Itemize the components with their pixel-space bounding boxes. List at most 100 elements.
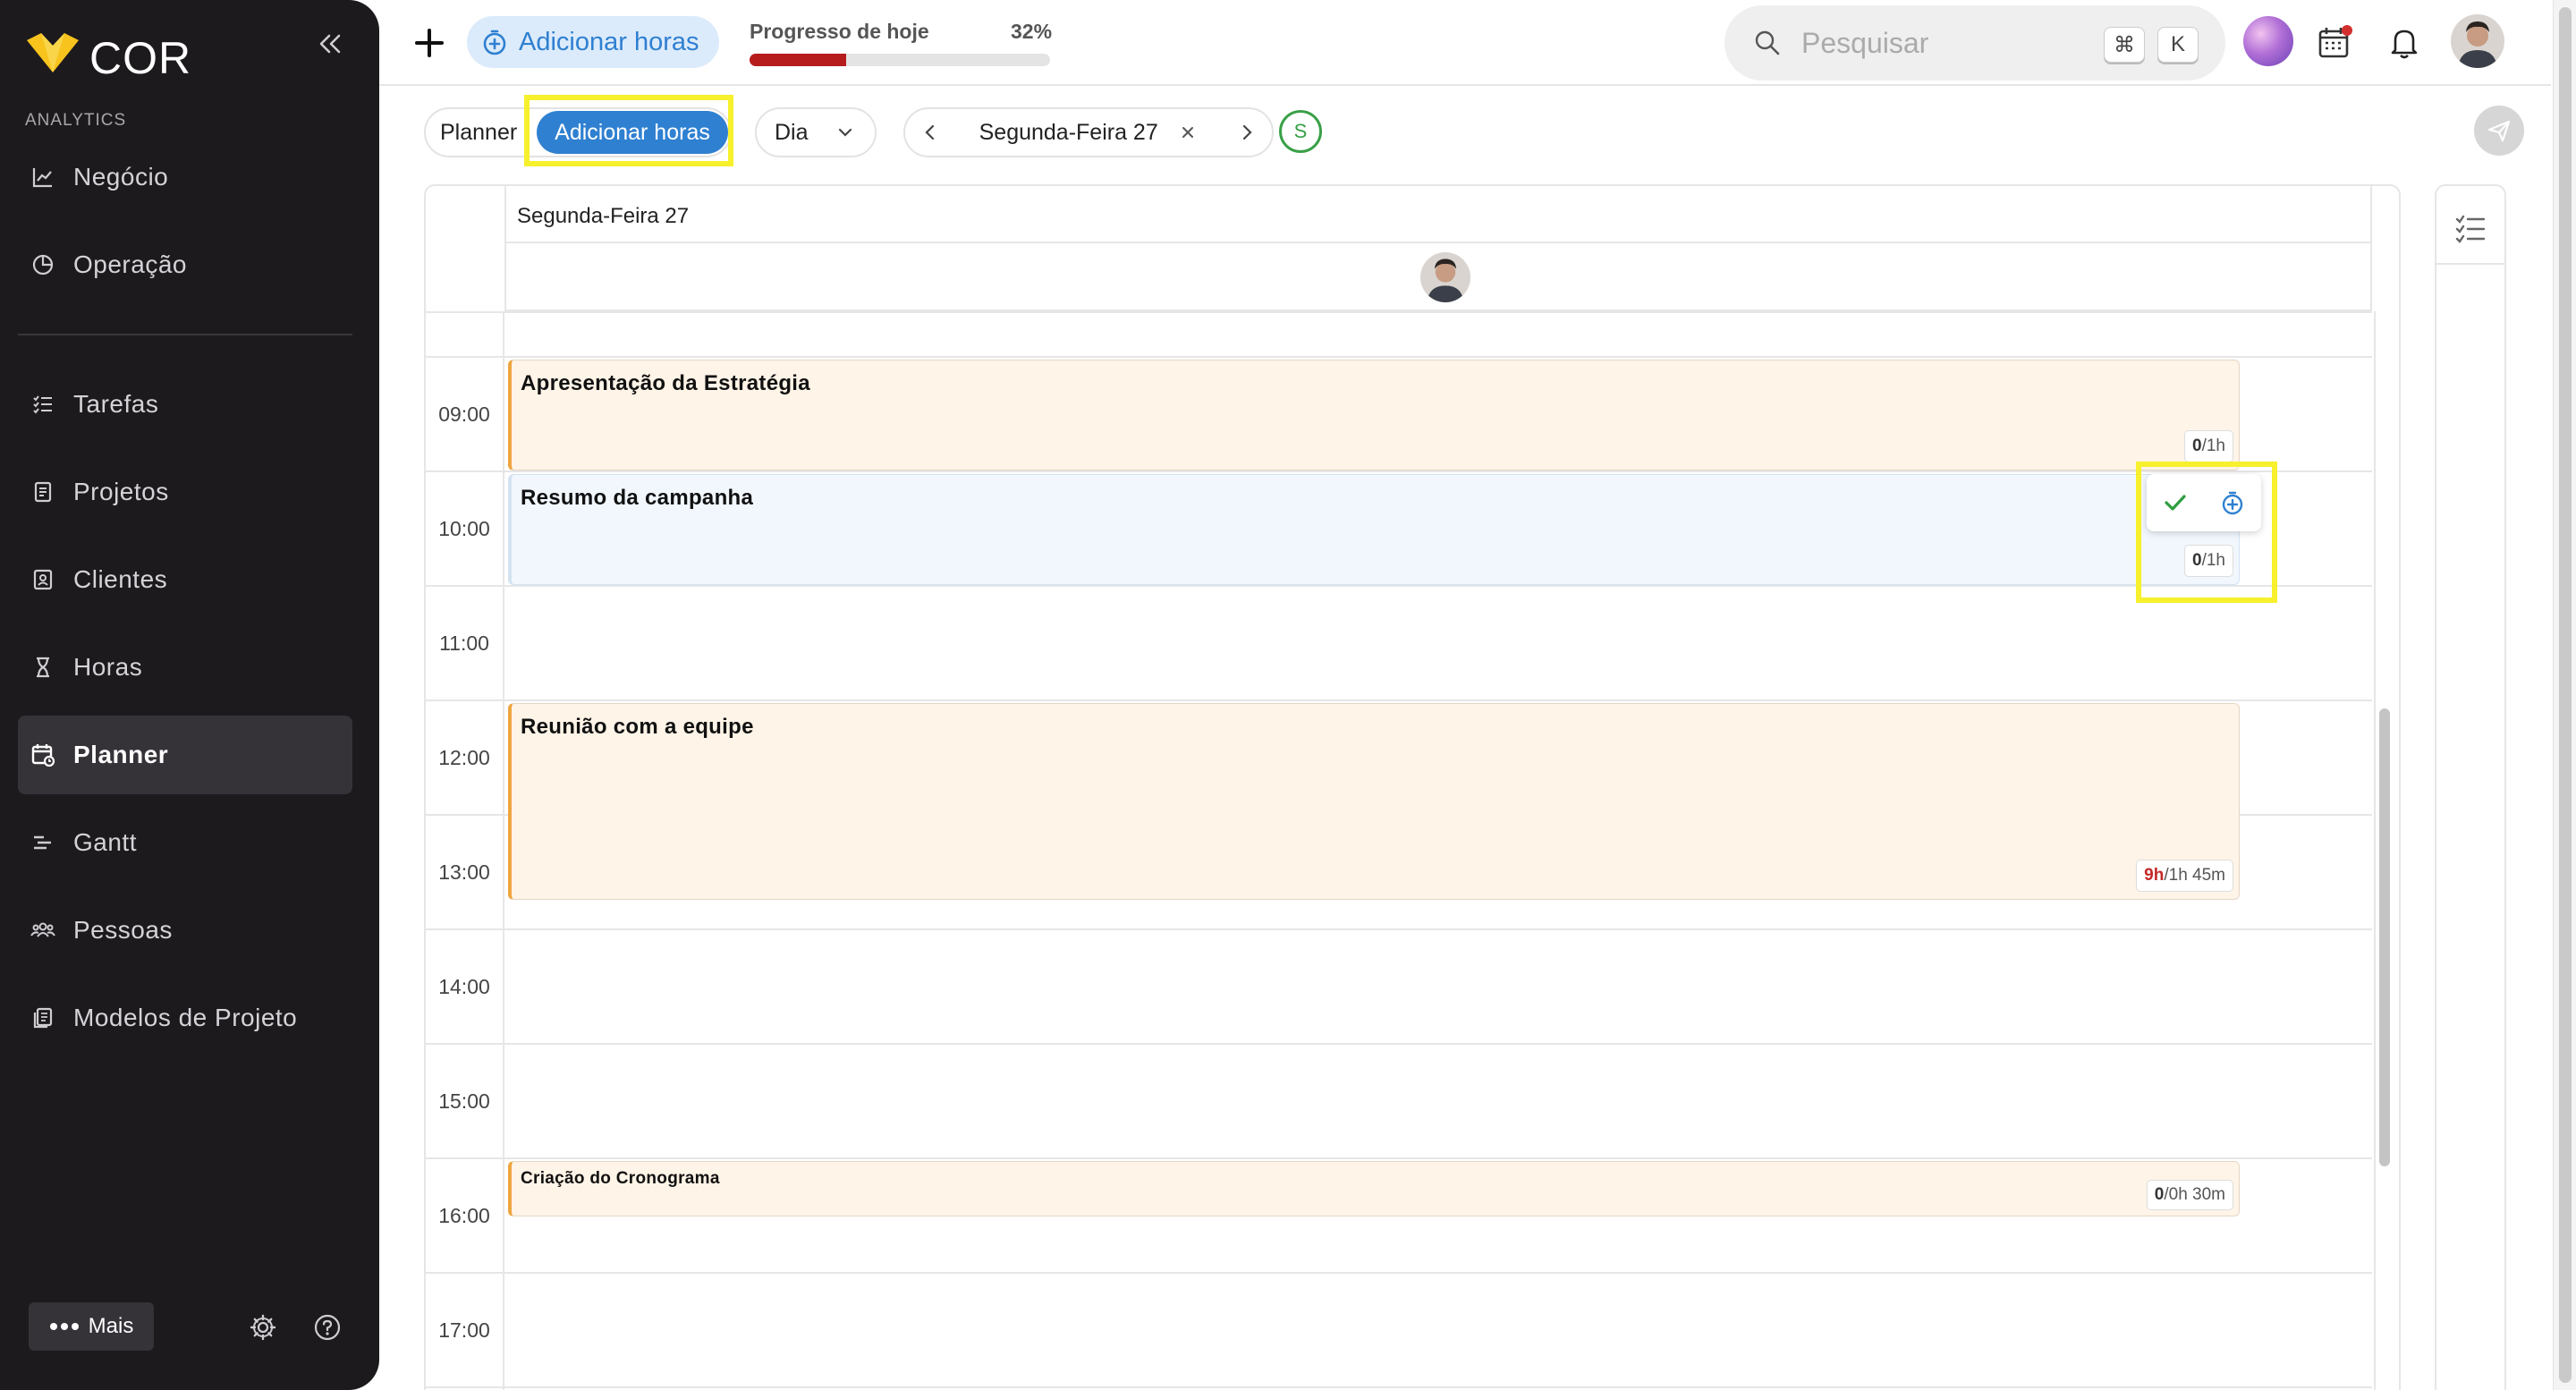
sidebar-item-label: Pessoas	[73, 916, 173, 944]
view-planner-tab[interactable]: Planner	[440, 120, 517, 146]
sidebar-item-horas[interactable]: Horas	[18, 628, 352, 707]
plus-icon[interactable]	[411, 25, 447, 61]
event-planned: /1h 45m	[2164, 866, 2225, 885]
calendar-scrollbar-thumb[interactable]	[2379, 708, 2390, 1166]
sidebar-item-gantt[interactable]: Gantt	[18, 803, 352, 882]
sidebar-item-planner[interactable]: Planner	[18, 716, 352, 794]
calendar-icon[interactable]	[2315, 23, 2354, 63]
event-hours-badge: 0/1h	[2184, 430, 2233, 462]
add-time-button[interactable]	[2216, 487, 2249, 519]
chevron-down-icon	[838, 128, 852, 137]
sidebar-item-label: Negócio	[73, 163, 169, 191]
resource-avatar[interactable]	[1420, 252, 1470, 302]
page-scrollbar-thumb[interactable]	[2559, 7, 2572, 1383]
brand-name: COR	[89, 33, 192, 83]
notification-bell-icon[interactable]	[2385, 23, 2424, 63]
page-scrollbar[interactable]	[2553, 0, 2576, 1390]
sidebar-item-pessoas[interactable]: Pessoas	[18, 891, 352, 970]
cor-logo[interactable]: COR	[25, 23, 191, 84]
event-title: Criação do Cronograma	[521, 1169, 720, 1188]
hour-row[interactable]	[426, 587, 2372, 701]
sidebar-item-tarefas[interactable]: Tarefas	[18, 365, 352, 444]
event-resumo-campanha[interactable]: Resumo da campanha 0/1h	[508, 474, 2240, 585]
task-list-icon	[30, 392, 55, 417]
collapse-sidebar-icon[interactable]	[315, 29, 345, 59]
sidebar-item-negocio[interactable]: Negócio	[18, 138, 352, 216]
hour-label: 10:00	[438, 517, 490, 540]
hour-label: 09:00	[438, 403, 490, 426]
sidebar-item-label: Projetos	[73, 478, 169, 505]
search-box[interactable]: ⌘ K	[1724, 5, 2225, 81]
checklist-icon[interactable]	[2453, 211, 2488, 247]
sidebar-item-operacao[interactable]: Operação	[18, 225, 352, 304]
time-column-divider	[503, 311, 504, 1390]
event-apresentacao-estrategia[interactable]: Apresentação da Estratégia 0/1h	[508, 360, 2240, 470]
settings-gear-icon[interactable]	[249, 1313, 277, 1342]
event-logged: 0	[2192, 551, 2202, 570]
event-reuniao-equipe[interactable]: Reunião com a equipe 9h/1h 45m	[508, 703, 2240, 900]
date-navigator: Segunda-Feira 27	[903, 107, 1274, 157]
hourglass-icon	[30, 655, 55, 680]
all-day-row[interactable]	[426, 311, 2372, 358]
contacts-icon	[30, 567, 55, 592]
checkmark-icon	[2165, 495, 2186, 511]
event-title: Reunião com a equipe	[521, 715, 754, 739]
event-planned: /1h	[2201, 436, 2225, 455]
progress-percent: 32%	[1011, 20, 1053, 43]
event-planned: /0h 30m	[2164, 1185, 2225, 1204]
progress-bar	[750, 54, 1050, 66]
ai-assistant-orb[interactable]	[2243, 16, 2293, 66]
view-add-hours-tab[interactable]: Adicionar horas	[537, 111, 728, 154]
event-title: Resumo da campanha	[521, 486, 754, 510]
planner-calendar: Segunda-Feira 27 09:00 10:00 11:00 12:00…	[424, 184, 2401, 1390]
hour-label: 13:00	[438, 860, 490, 884]
calendar-scrollbar[interactable]	[2376, 311, 2394, 1390]
sidebar-item-modelos-de-projeto[interactable]: Modelos de Projeto	[18, 979, 352, 1057]
gantt-icon	[30, 830, 55, 855]
status-indicator[interactable]: S	[1279, 110, 1322, 153]
hour-label: 11:00	[439, 631, 489, 655]
sidebar-item-projetos[interactable]: Projetos	[18, 453, 352, 531]
chevron-left-icon[interactable]	[919, 122, 941, 143]
event-hours-badge: 9h/1h 45m	[2136, 860, 2233, 892]
hour-label: 15:00	[438, 1089, 490, 1113]
planner-toolbar: Planner Adicionar horas Dia Segunda-Feir…	[379, 86, 2551, 172]
clear-date-icon[interactable]	[1178, 123, 1198, 142]
event-quick-actions	[2147, 474, 2261, 531]
pie-chart-icon	[30, 252, 55, 277]
event-logged: 0	[2154, 1185, 2165, 1204]
sidebar-item-label: Operação	[73, 250, 187, 278]
user-avatar-icon	[2451, 14, 2504, 68]
document-icon	[30, 479, 55, 504]
event-title: Apresentação da Estratégia	[521, 371, 810, 395]
search-input[interactable]	[1801, 26, 2070, 60]
heart-logo-icon	[27, 33, 79, 72]
complete-task-button[interactable]	[2159, 487, 2191, 519]
user-avatar[interactable]	[2451, 14, 2504, 68]
more-label: Mais	[88, 1314, 134, 1338]
sidebar-divider	[18, 334, 352, 335]
sidebar-item-label: Tarefas	[73, 390, 159, 418]
day-header: Segunda-Feira 27	[504, 186, 2372, 243]
event-hours-badge: 0/0h 30m	[2146, 1180, 2233, 1210]
sidebar-item-clientes[interactable]: Clientes	[18, 540, 352, 619]
send-button[interactable]	[2474, 106, 2524, 156]
day-header-label: Segunda-Feira 27	[517, 204, 690, 228]
right-side-panel	[2435, 184, 2506, 1390]
hour-row[interactable]	[426, 1045, 2372, 1159]
chevron-right-icon[interactable]	[1236, 122, 1258, 143]
more-button[interactable]: Mais	[29, 1302, 154, 1351]
help-question-icon[interactable]	[313, 1313, 342, 1342]
search-icon	[1755, 30, 1780, 55]
add-hours-button[interactable]: Adicionar horas	[467, 16, 719, 68]
current-date-label[interactable]: Segunda-Feira 27	[979, 120, 1158, 146]
hour-row[interactable]	[426, 930, 2372, 1045]
hour-row[interactable]	[426, 1274, 2372, 1388]
period-select[interactable]: Dia	[755, 107, 877, 157]
period-select-value: Dia	[775, 119, 809, 145]
sidebar-item-label: Planner	[73, 741, 169, 768]
sidebar-item-label: Horas	[73, 653, 143, 681]
event-logged: 0	[2192, 436, 2202, 455]
event-criacao-cronograma[interactable]: Criação do Cronograma 0/0h 30m	[508, 1161, 2240, 1216]
templates-icon	[30, 1005, 55, 1030]
